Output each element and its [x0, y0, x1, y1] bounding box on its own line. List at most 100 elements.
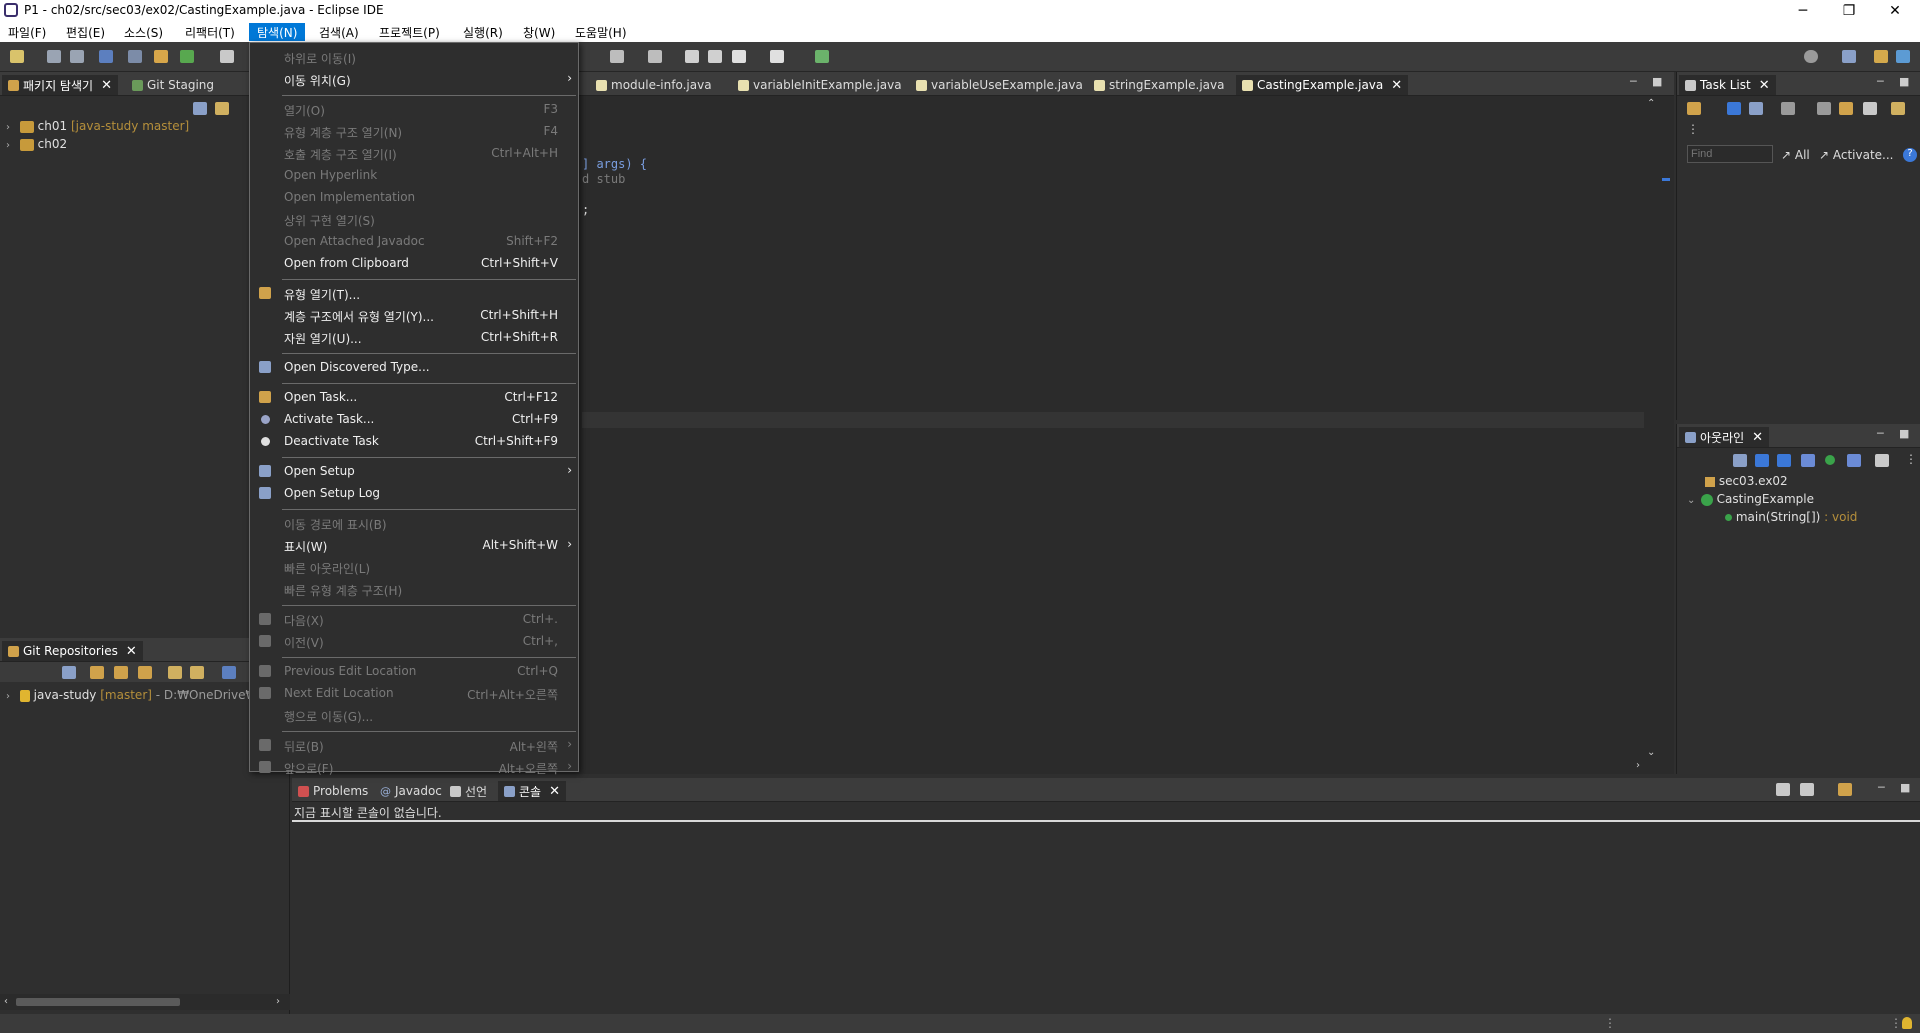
menu-item[interactable]: Open Hyperlink — [250, 165, 578, 185]
menu-item[interactable]: Open Setup Log — [250, 483, 578, 503]
minimize-button[interactable]: ─ — [1780, 0, 1826, 22]
status-menu-icon[interactable]: ⋮ — [1604, 1016, 1616, 1030]
chevron-right-icon[interactable]: › — [6, 122, 16, 133]
menu-item[interactable]: 빠른 아웃라인(L) — [250, 557, 578, 577]
overview-ruler-marker[interactable] — [1662, 178, 1670, 181]
close-icon[interactable]: ✕ — [1391, 78, 1402, 93]
open-console-icon[interactable] — [1838, 783, 1852, 796]
vertical-scrollbar[interactable]: ⌃ ⌄ — [1644, 98, 1660, 760]
tab-variable-init-example[interactable]: variableInitExample.java — [738, 75, 902, 95]
add-repository-icon[interactable] — [90, 666, 104, 679]
lightbulb-icon[interactable] — [1902, 1017, 1912, 1029]
refresh-icon[interactable] — [168, 666, 182, 679]
pin-editor-icon[interactable] — [815, 50, 829, 63]
menu-item[interactable]: Deactivate Task Ctrl+Shift+F9 — [250, 431, 578, 451]
horizontal-scrollbar[interactable]: ‹ › — [0, 994, 290, 1010]
scrollbar-thumb[interactable] — [16, 998, 180, 1006]
scroll-left-icon[interactable]: ‹ — [4, 996, 8, 1007]
scroll-right-icon[interactable]: › — [276, 996, 280, 1007]
code-line-args[interactable]: ] args) { — [582, 157, 647, 171]
tab-variable-use-example[interactable]: variableUseExample.java — [916, 75, 1083, 95]
menu-search[interactable]: 검색(A) — [311, 23, 367, 41]
outline-method[interactable]: main(String[]) : void — [1725, 510, 1857, 524]
categorized-icon[interactable] — [1727, 102, 1741, 115]
menu-item[interactable]: 자원 열기(U)... Ctrl+Shift+R — [250, 327, 578, 347]
next-annotation-toolbar-icon[interactable] — [685, 50, 699, 63]
menu-item[interactable]: 열기(O) F3 — [250, 99, 578, 119]
menu-item[interactable]: Next Edit Location Ctrl+Alt+오른쪽 — [250, 683, 578, 703]
tab-git-repositories[interactable]: Git Repositories ✕ — [2, 641, 143, 661]
forward-toolbar-icon[interactable] — [770, 50, 784, 63]
menu-item[interactable]: 행으로 이동(G)... — [250, 705, 578, 725]
menu-item[interactable]: 하위로 이동(I) — [250, 47, 578, 67]
menu-navigate[interactable]: 탐색(N) — [249, 23, 306, 41]
close-icon[interactable]: ✕ — [1752, 430, 1763, 445]
chevron-right-icon[interactable]: › — [6, 691, 16, 702]
menu-item[interactable]: Open Attached Javadoc Shift+F2 — [250, 231, 578, 251]
menu-project[interactable]: 프로젝트(P) — [371, 23, 448, 41]
menu-item[interactable]: 계층 구조에서 유형 열기(Y)... Ctrl+Shift+H — [250, 305, 578, 325]
menu-file[interactable]: 파일(F) — [0, 23, 54, 41]
tab-outline[interactable]: 아웃라인 ✕ — [1679, 427, 1770, 447]
tab-git-staging[interactable]: Git Staging — [132, 75, 214, 95]
close-icon[interactable]: ✕ — [1759, 78, 1770, 93]
menu-help[interactable]: 도움말(H) — [567, 23, 635, 41]
tab-problems[interactable]: Problems — [298, 781, 368, 801]
menu-item[interactable]: 빠른 유형 계층 구조(H) — [250, 579, 578, 599]
pin-console-icon[interactable] — [1776, 783, 1790, 796]
new-task-icon[interactable] — [1687, 102, 1701, 115]
code-line-semicolon[interactable]: ; — [582, 203, 589, 217]
menu-item[interactable]: Open Setup › — [250, 461, 578, 481]
menu-item[interactable]: Previous Edit Location Ctrl+Q — [250, 661, 578, 681]
close-button[interactable]: ✕ — [1872, 0, 1918, 22]
status-menu-icon-right[interactable]: ⋮ — [1890, 1016, 1902, 1030]
maximize-icon[interactable]: ■ — [1652, 75, 1662, 88]
minimize-icon[interactable]: ─ — [1877, 75, 1884, 88]
hide-local-types-icon[interactable] — [1847, 454, 1861, 467]
new-icon[interactable] — [10, 50, 24, 63]
link-with-editor-icon[interactable] — [1875, 454, 1889, 467]
menu-edit[interactable]: 편집(E) — [58, 23, 113, 41]
clone-repository-icon[interactable] — [114, 666, 128, 679]
all-filter-link[interactable]: ↗ All — [1781, 148, 1810, 162]
create-repository-icon[interactable] — [138, 666, 152, 679]
outline-class[interactable]: ⌄ CastingExample — [1687, 492, 1814, 506]
task-find-input[interactable] — [1687, 145, 1773, 163]
minimize-icon[interactable]: ─ — [1878, 781, 1885, 794]
menu-item[interactable]: 이전(V) Ctrl+, — [250, 631, 578, 651]
menu-item[interactable]: Open Task... Ctrl+F12 — [250, 387, 578, 407]
activate-link[interactable]: ↗ Activate... — [1819, 148, 1894, 162]
maximize-icon[interactable]: ■ — [1899, 427, 1909, 440]
java-perspective-icon[interactable] — [1874, 50, 1888, 63]
code-line-stub[interactable]: d stub — [582, 172, 625, 186]
run-icon[interactable] — [180, 50, 194, 63]
menu-window[interactable]: 창(W) — [515, 23, 563, 41]
menu-item[interactable]: 이동 위치(G) › — [250, 69, 578, 89]
tree-item-ch01[interactable]: › ch01 [java-study master] — [6, 119, 189, 133]
outline-package[interactable]: sec03.ex02 — [1705, 474, 1788, 488]
link-with-editor-icon[interactable] — [215, 102, 229, 115]
restore-button[interactable]: ❐ — [1826, 0, 1872, 22]
menu-run[interactable]: 실행(R) — [455, 23, 511, 41]
scheduled-icon[interactable] — [1749, 102, 1763, 115]
menu-item[interactable]: 다음(X) Ctrl+. — [250, 609, 578, 629]
menu-item[interactable]: 유형 계층 구조 열기(N) F4 — [250, 121, 578, 141]
focus-icon[interactable] — [1781, 102, 1795, 115]
collapse-all-icon[interactable] — [62, 666, 76, 679]
tab-module-info[interactable]: module-info.java — [596, 75, 712, 95]
menu-refactor[interactable]: 리팩터(T) — [177, 23, 243, 41]
chevron-down-icon[interactable]: ⌄ — [1687, 495, 1697, 506]
link-icon[interactable] — [1891, 102, 1905, 115]
menu-item[interactable]: Activate Task... Ctrl+F9 — [250, 409, 578, 429]
scroll-down-icon[interactable]: ⌄ — [1647, 747, 1655, 758]
menu-item[interactable]: 이동 경로에 표시(B) — [250, 513, 578, 533]
tree-item-ch02[interactable]: › ch02 — [6, 137, 67, 151]
menu-item[interactable]: 뒤로(B) Alt+왼쪽 › — [250, 735, 578, 755]
menu-item[interactable]: 앞으로(F) Alt+오른쪽 › — [250, 757, 578, 777]
collapse-all-icon[interactable] — [1863, 102, 1877, 115]
help-icon[interactable]: ? — [1903, 148, 1917, 162]
annotation-icon[interactable] — [648, 50, 662, 63]
menu-item[interactable]: 유형 열기(T)... — [250, 283, 578, 303]
perspective-icon[interactable] — [1842, 50, 1856, 63]
comment-icon[interactable] — [220, 50, 234, 63]
